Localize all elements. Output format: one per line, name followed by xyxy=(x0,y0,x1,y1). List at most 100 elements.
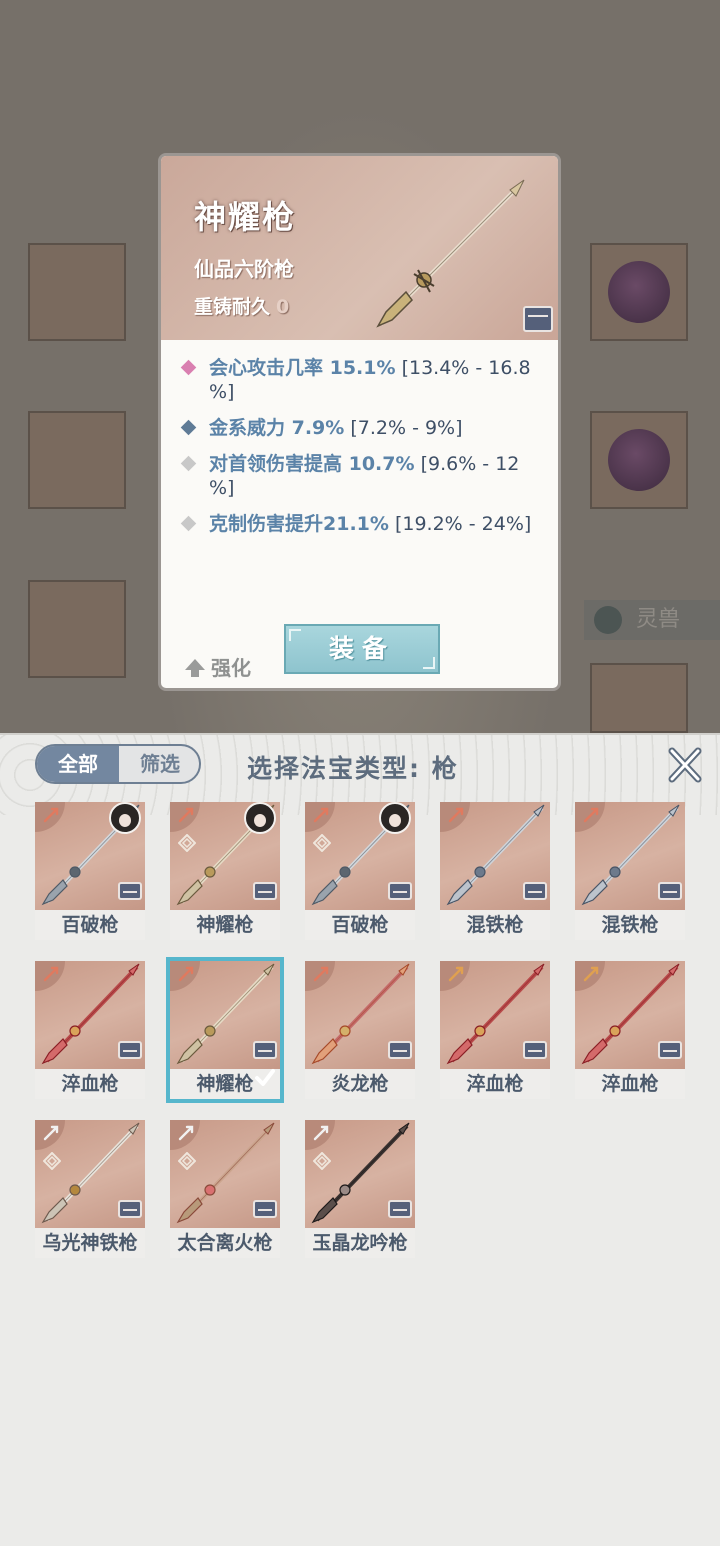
chest-icon xyxy=(523,882,547,900)
chest-icon xyxy=(253,1200,277,1218)
spear-rank-icon xyxy=(448,966,464,982)
item-detail-card: 神耀枪 仙品六阶枪 重铸耐久 0 会心攻击几率 15.1% [13.4% - 16… xyxy=(158,153,561,691)
chest-icon xyxy=(388,1200,412,1218)
item-name: 神耀枪 xyxy=(170,910,280,940)
spear-rank-icon xyxy=(178,966,194,982)
equip-slot-orb-1[interactable] xyxy=(590,243,688,341)
tab-all[interactable]: 全部 xyxy=(37,746,119,782)
diamond-icon xyxy=(180,359,197,376)
stat-range: [13.4% - 16.8 xyxy=(395,357,531,379)
orb-icon xyxy=(608,429,670,491)
durability-label: 重铸耐久 xyxy=(194,296,271,318)
panel-title: 选择法宝类型: 枪 xyxy=(247,754,459,783)
item-card[interactable]: 淬血枪 xyxy=(575,961,685,1099)
corner-ornament xyxy=(289,629,301,641)
spear-rank-icon xyxy=(178,807,194,823)
diamond-icon xyxy=(180,419,197,436)
item-card[interactable]: 炎龙枪 xyxy=(305,961,415,1099)
item-card[interactable]: 混铁枪 xyxy=(440,802,550,940)
stat-row: 对首领伤害提高 10.7% [9.6% - 12 %] xyxy=(179,452,549,500)
stat-row: 克制伤害提升21.1% [19.2% - 24%] xyxy=(179,512,549,536)
item-name: 淬血枪 xyxy=(575,1069,685,1099)
item-card[interactable]: 混铁枪 xyxy=(575,802,685,940)
diamond-icon xyxy=(180,515,197,532)
chest-icon xyxy=(253,1041,277,1059)
owner-avatar xyxy=(244,802,276,834)
chest-icon xyxy=(253,882,277,900)
item-card[interactable]: 百破枪 xyxy=(35,802,145,940)
equip-slot-orb-2[interactable] xyxy=(590,411,688,509)
detail-header: 神耀枪 仙品六阶枪 重铸耐久 0 xyxy=(161,156,558,340)
equip-slot-pet[interactable] xyxy=(590,663,688,733)
corner-ornament xyxy=(423,657,435,669)
beast-icon xyxy=(594,606,622,634)
equip-slot-weapon[interactable] xyxy=(28,243,126,341)
spear-rank-icon xyxy=(43,966,59,982)
chest-icon xyxy=(523,306,553,332)
item-card[interactable]: 百破枪 xyxy=(305,802,415,940)
spear-rank-icon xyxy=(448,807,464,823)
stat-range: [19.2% - 24%] xyxy=(388,513,532,535)
spear-rank-icon xyxy=(313,807,329,823)
chest-icon xyxy=(658,882,682,900)
item-card[interactable]: 玉晶龙吟枪 xyxy=(305,1120,415,1258)
stat-range-cont: %] xyxy=(209,477,235,499)
tab-filter[interactable]: 筛选 xyxy=(121,746,199,782)
item-name: 淬血枪 xyxy=(35,1069,145,1099)
spear-rank-icon xyxy=(43,1125,59,1141)
item-grade: 仙品六阶枪 xyxy=(194,257,294,281)
item-card[interactable]: 太合离火枪 xyxy=(170,1120,280,1258)
item-name: 百破枪 xyxy=(35,910,145,940)
equip-button[interactable]: 装备 xyxy=(284,624,440,674)
chest-icon xyxy=(388,882,412,900)
diamond-icon xyxy=(180,455,197,472)
seal-icon xyxy=(43,1152,61,1170)
item-durability: 重铸耐久 0 xyxy=(194,292,289,319)
spear-rank-icon xyxy=(583,966,599,982)
seal-icon xyxy=(178,1152,196,1170)
seal-icon xyxy=(313,834,331,852)
durability-value: 0 xyxy=(276,296,290,318)
item-name: 太合离火枪 xyxy=(170,1228,280,1258)
owner-avatar xyxy=(109,802,141,834)
spear-image xyxy=(376,179,525,328)
item-select-panel: 全部 筛选 选择法宝类型: 枪 百破枪 神耀枪 百破枪 混铁枪 混铁枪 淬血枪 神耀枪 炎龙枪… xyxy=(0,733,720,1546)
enhance-label: 强化 xyxy=(211,656,251,680)
owner-avatar xyxy=(379,802,411,834)
spirit-beast-tab-label: 灵兽 xyxy=(636,607,681,632)
check-icon xyxy=(255,1069,275,1086)
enhance-button[interactable]: 强化 xyxy=(185,652,251,681)
item-card[interactable]: 神耀枪 xyxy=(170,802,280,940)
seal-icon xyxy=(178,834,196,852)
item-name: 乌光神铁枪 xyxy=(35,1228,145,1258)
item-name: 混铁枪 xyxy=(575,910,685,940)
arrow-up-icon xyxy=(185,659,205,677)
item-card[interactable]: 乌光神铁枪 xyxy=(35,1120,145,1258)
stat-value: 会心攻击几率 15.1% xyxy=(209,357,396,379)
item-name: 玉晶龙吟枪 xyxy=(305,1228,415,1258)
item-card[interactable]: 淬血枪 xyxy=(440,961,550,1099)
spear-rank-icon xyxy=(178,1125,194,1141)
stat-value: 对首领伤害提高 10.7% xyxy=(209,453,415,475)
filter-segment: 全部 筛选 xyxy=(35,744,201,784)
item-card[interactable]: 淬血枪 xyxy=(35,961,145,1099)
equip-label: 装备 xyxy=(328,634,395,663)
spear-rank-icon xyxy=(583,807,599,823)
item-card-selected[interactable]: 神耀枪 xyxy=(166,957,284,1103)
stat-range: [9.6% - 12 xyxy=(414,453,520,475)
close-icon[interactable] xyxy=(666,747,704,783)
equip-slot-boots[interactable] xyxy=(28,580,126,678)
spear-rank-icon xyxy=(313,966,329,982)
item-name: 神耀枪 xyxy=(194,198,297,236)
chest-icon xyxy=(118,1041,142,1059)
spirit-beast-tab[interactable]: 灵兽 xyxy=(584,600,720,640)
stat-range: [7.2% - 9%] xyxy=(344,417,463,439)
spear-rank-icon xyxy=(43,807,59,823)
stats-list: 会心攻击几率 15.1% [13.4% - 16.8 %] 金系威力 7.9% … xyxy=(179,356,549,548)
chest-icon xyxy=(523,1041,547,1059)
stat-row: 会心攻击几率 15.1% [13.4% - 16.8 %] xyxy=(179,356,549,404)
orb-icon xyxy=(608,261,670,323)
chest-icon xyxy=(118,1200,142,1218)
spear-rank-icon xyxy=(313,1125,329,1141)
equip-slot-accessory[interactable] xyxy=(28,411,126,509)
